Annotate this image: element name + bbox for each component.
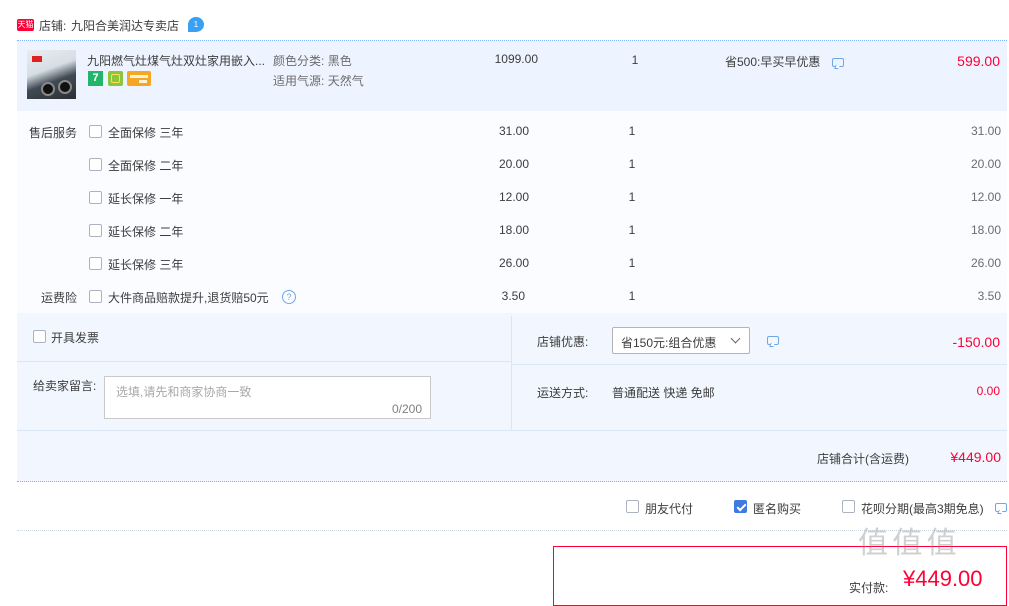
anonymous-checkbox[interactable]: [734, 500, 747, 513]
service-price: 31.00: [498, 124, 529, 138]
huabei-chat-icon[interactable]: [995, 503, 1007, 512]
wangwang-icon[interactable]: 1: [188, 17, 204, 32]
service-checkbox[interactable]: [89, 125, 102, 138]
huabei-checkbox[interactable]: [842, 500, 855, 513]
service-qty: 1: [628, 223, 636, 237]
insurance-checkbox[interactable]: [89, 290, 102, 303]
service-price: 12.00: [498, 190, 529, 204]
final-payment-amount: ¥449.00: [903, 566, 983, 591]
panel-divider-h2: [17, 430, 1007, 431]
panel-divider-h3: [511, 364, 1007, 365]
final-payment-label: 实付款:: [849, 581, 889, 595]
message-textarea[interactable]: 选填,请先和商家协商一致 0/200: [104, 376, 431, 419]
service-price: 18.00: [498, 223, 529, 237]
service-qty: 1: [628, 124, 636, 138]
huabei-label: 花呗分期(最高3期免息): [861, 502, 984, 516]
panel-divider-h1: [17, 361, 511, 362]
service-price: 20.00: [498, 157, 529, 171]
shop-total-amount: ¥449.00: [950, 449, 1001, 465]
insurance-section-label: 运费险: [41, 291, 78, 305]
service-checkbox[interactable]: [89, 191, 102, 204]
service-subtotal: 20.00: [970, 157, 1001, 171]
watermark-logo: 值 值 值: [858, 527, 957, 560]
shipping-label: 运送方式:: [537, 386, 589, 400]
product-promo: 省500:早买早优惠: [725, 55, 821, 69]
guarantee-icon: [108, 71, 123, 86]
service-qty: 1: [628, 256, 636, 270]
service-price: 26.00: [498, 256, 529, 270]
shop-name-link[interactable]: 九阳合美润达专卖店: [71, 17, 179, 34]
discount-label: 店铺优惠:: [537, 335, 589, 349]
shipping-value: 普通配送 快递 免邮: [612, 386, 715, 400]
product-qty: 1: [631, 53, 639, 67]
friend-pay-checkbox[interactable]: [626, 500, 639, 513]
friend-pay-label: 朋友代付: [645, 502, 694, 516]
gas-attr: 适用气源: 天然气: [273, 74, 364, 88]
service-subtotal: 31.00: [970, 124, 1001, 138]
seven-day-return-icon: 7: [88, 71, 103, 86]
chevron-down-icon: [730, 333, 741, 344]
message-counter: 0/200: [391, 402, 422, 416]
shipping-amount: 0.00: [976, 384, 1000, 398]
wangwang-badge-count: 1: [193, 20, 199, 29]
invoice-checkbox[interactable]: [33, 330, 46, 343]
product-price: 1099.00: [494, 52, 538, 66]
shop-total-label: 店铺合计(含运费): [817, 452, 909, 466]
service-subtotal: 26.00: [970, 256, 1001, 270]
tmall-badge: 天猫: [17, 19, 34, 31]
service-name: 全面保修 二年: [108, 159, 184, 173]
service-qty: 1: [628, 157, 636, 171]
insurance-name: 大件商品赔款提升,退货赔50元: [108, 291, 269, 305]
service-name: 延长保修 一年: [108, 192, 184, 206]
service-name: 全面保修 三年: [108, 126, 184, 140]
product-subtotal: 599.00: [957, 53, 1000, 69]
invoice-label: 开具发票: [51, 331, 100, 345]
product-title-link[interactable]: 九阳燃气灶煤气灶双灶家用嵌入...: [87, 52, 269, 69]
promo-chat-icon[interactable]: [832, 58, 844, 67]
discount-chat-icon[interactable]: [767, 336, 779, 345]
help-icon[interactable]: ?: [282, 290, 296, 304]
insurance-price: 3.50: [501, 289, 525, 303]
service-qty: 1: [628, 190, 636, 204]
service-checkbox[interactable]: [89, 158, 102, 171]
message-label: 给卖家留言:: [33, 379, 97, 393]
product-thumbnail[interactable]: [27, 50, 76, 99]
discount-select[interactable]: 省150元:组合优惠: [612, 327, 750, 354]
insurance-qty: 1: [628, 289, 636, 303]
insurance-subtotal: 3.50: [977, 289, 1001, 303]
service-name: 延长保修 二年: [108, 225, 184, 239]
credit-card-icon: [127, 71, 151, 86]
color-attr: 颜色分类: 黑色: [273, 54, 352, 68]
anonymous-label: 匿名购买: [753, 502, 802, 516]
discount-selected-value: 省150元:组合优惠: [621, 336, 717, 350]
services-section-label: 售后服务: [29, 126, 78, 140]
message-placeholder: 选填,请先和商家协商一致: [116, 385, 252, 399]
service-checkbox[interactable]: [89, 224, 102, 237]
service-name: 延长保修 三年: [108, 258, 184, 272]
discount-amount: -150.00: [952, 334, 1000, 350]
service-subtotal: 18.00: [970, 223, 1001, 237]
service-checkbox[interactable]: [89, 257, 102, 270]
shop-label: 店铺:: [39, 19, 67, 33]
service-subtotal: 12.00: [970, 190, 1001, 204]
panel-divider-vertical: [511, 316, 512, 430]
